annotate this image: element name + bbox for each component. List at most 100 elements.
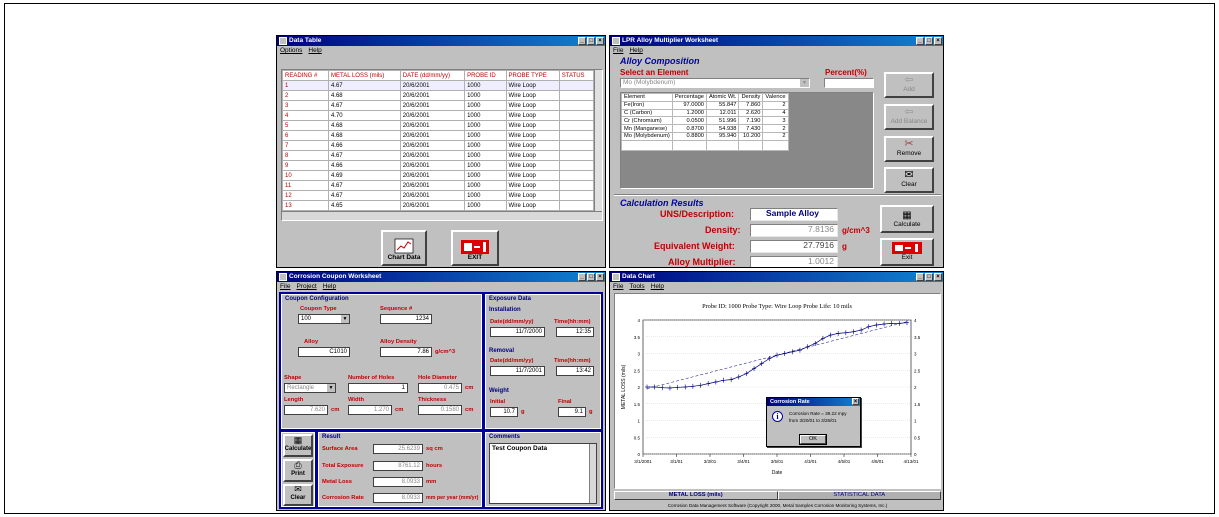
add-button[interactable]: ⇦ Add	[884, 72, 934, 98]
calculate-button[interactable]: ▦ Calculate	[880, 205, 934, 233]
uns-field[interactable]: Sample Alloy	[750, 208, 838, 221]
column-header[interactable]: STATUS	[558, 70, 595, 81]
table-row[interactable]: Mn (Manganese) 0.8700 54.938 7.430 2	[621, 124, 789, 133]
close-icon[interactable]: ×	[934, 37, 942, 45]
comments-scrollbar[interactable]	[589, 444, 596, 503]
width-field[interactable]: 1.270	[348, 405, 392, 415]
sequence-field[interactable]: 1234	[380, 314, 432, 324]
table-row[interactable]: Mo (Molybdenum) 0.8800 95.940 10.200 2	[621, 131, 789, 141]
table-row[interactable]: 11 4.67 20/6/2001 1000 Wire Loop	[282, 180, 595, 191]
result-group: Result Surface Area 25.6239 sq cm Total …	[318, 432, 482, 507]
column-header[interactable]: PROBE ID	[464, 70, 507, 81]
menu-file[interactable]: File	[613, 282, 623, 291]
close-icon[interactable]: ×	[596, 273, 604, 281]
maximize-icon[interactable]: □	[925, 37, 933, 45]
alloy-density-field[interactable]: 7.86	[380, 347, 432, 357]
menu-file[interactable]: File	[280, 282, 290, 291]
column-header[interactable]: PROBE TYPE	[505, 70, 560, 81]
table-row[interactable]: Cr (Chromium) 0.0500 51.996 7.190 3	[621, 116, 789, 126]
menu-options[interactable]: Options	[280, 46, 302, 55]
removal-time-field[interactable]: 13:42	[556, 366, 594, 376]
chart-titlebar[interactable]: Data Chart _ □ ×	[610, 272, 943, 282]
close-icon[interactable]: ×	[852, 398, 859, 405]
tab-statistical-data[interactable]: STATISTICAL DATA	[777, 491, 941, 500]
table-cell: Wire Loop	[505, 180, 560, 191]
lpr-titlebar[interactable]: LPR Alloy Multiplier Worksheet _ □ ×	[610, 36, 943, 46]
table-row[interactable]: Fe(Iron) 97.0000 55.847 7.860 2	[621, 100, 789, 110]
chart-data-button[interactable]: Chart Data	[381, 230, 427, 266]
remove-button[interactable]: ✂ Remove	[884, 136, 934, 162]
final-weight-field[interactable]: 9.1	[558, 407, 586, 417]
table-row[interactable]: 10 4.69 20/6/2001 1000 Wire Loop	[282, 170, 595, 181]
chevron-down-icon[interactable]: ▼	[800, 79, 809, 87]
add-balance-button[interactable]: ⇦ Add Balance	[884, 104, 934, 130]
table-row[interactable]: 7 4.66 20/6/2001 1000 Wire Loop	[282, 140, 595, 151]
dialog-titlebar[interactable]: Corrosion Rate ×	[767, 398, 860, 406]
menu-help[interactable]: Help	[323, 282, 336, 291]
table-row[interactable]: 4 4.70 20/6/2001 1000 Wire Loop	[282, 110, 595, 121]
table-row[interactable]: 5 4.68 20/6/2001 1000 Wire Loop	[282, 120, 595, 131]
length-field[interactable]: 7.620	[284, 405, 328, 415]
thickness-field[interactable]: 0.1580	[418, 405, 462, 415]
holes-field[interactable]: 1	[348, 383, 408, 393]
minimize-icon[interactable]: _	[916, 37, 924, 45]
coupon-type-select[interactable]: 100 ▼	[298, 314, 350, 324]
menu-tools[interactable]: Tools	[629, 282, 644, 291]
percent-input[interactable]	[824, 78, 874, 88]
menu-help[interactable]: Help	[308, 46, 321, 55]
chevron-down-icon[interactable]: ▼	[341, 315, 349, 323]
menu-file[interactable]: File	[613, 46, 623, 55]
table-row[interactable]: 3 4.67 20/6/2001 1000 Wire Loop	[282, 100, 595, 111]
table-row[interactable]: 8 4.67 20/6/2001 1000 Wire Loop	[282, 150, 595, 161]
removal-date-field[interactable]: 11/7/2001	[490, 366, 545, 376]
comments-textarea[interactable]: Test Coupon Data	[489, 443, 597, 504]
maximize-icon[interactable]: □	[587, 273, 595, 281]
column-header[interactable]: DATE (dd/mm/yy)	[399, 70, 466, 81]
clear-button[interactable]: ✉ Clear	[884, 167, 934, 193]
table-row[interactable]: 6 4.68 20/6/2001 1000 Wire Loop	[282, 130, 595, 141]
menu-help[interactable]: Help	[629, 46, 642, 55]
add-label: Add	[903, 86, 915, 93]
dialog-ok-button[interactable]: OK	[799, 434, 827, 445]
table-cell: 7	[282, 140, 329, 151]
column-header[interactable]: READING #	[282, 70, 329, 81]
table-row[interactable]: C (Carbon) 1.2000 12.011 2.620 4	[621, 108, 789, 118]
minimize-icon[interactable]: _	[916, 273, 924, 281]
column-header[interactable]: METAL LOSS (mils)	[327, 70, 401, 81]
minimize-icon[interactable]: _	[578, 37, 586, 45]
close-icon[interactable]: ×	[596, 37, 604, 45]
menu-project[interactable]: Project	[296, 282, 316, 291]
element-select[interactable]: Mo (Molybdenum) ▼	[620, 78, 810, 88]
vertical-scrollbar[interactable]	[594, 70, 602, 213]
maximize-icon[interactable]: □	[587, 37, 595, 45]
printer-icon: ⎙	[294, 460, 302, 470]
install-date-field[interactable]: 11/7/2000	[490, 327, 545, 337]
minimize-icon[interactable]: _	[578, 273, 586, 281]
alloy-field[interactable]: C1010	[298, 347, 350, 357]
shape-select[interactable]: Rectangle ▼	[284, 383, 336, 393]
table-row[interactable]: 12 4.67 20/6/2001 1000 Wire Loop	[282, 190, 595, 201]
clear-button[interactable]: ✉ Clear	[283, 484, 313, 506]
coupon-titlebar[interactable]: Corrosion Coupon Worksheet _ □ ×	[277, 272, 605, 282]
data-table-titlebar[interactable]: Data Table _ □ ×	[277, 36, 605, 46]
print-button[interactable]: ⎙ Print	[283, 459, 313, 482]
tab-metal-loss[interactable]: METAL LOSS (mils)	[614, 491, 778, 500]
chevron-down-icon[interactable]: ▼	[327, 384, 335, 392]
table-row[interactable]: 2 4.68 20/6/2001 1000 Wire Loop	[282, 90, 595, 101]
column-header: Percentage	[671, 93, 707, 102]
exit-button[interactable]: Exit	[880, 238, 934, 266]
initial-weight-field[interactable]: 10.7	[490, 407, 518, 417]
table-row[interactable]: 1 4.67 20/6/2001 1000 Wire Loop	[282, 80, 595, 91]
column-header: Density	[738, 93, 764, 102]
install-time-field[interactable]: 12:35	[556, 327, 594, 337]
close-icon[interactable]: ×	[934, 273, 942, 281]
horizontal-scrollbar[interactable]	[282, 211, 602, 220]
maximize-icon[interactable]: □	[925, 273, 933, 281]
table-row[interactable]: 13 4.65 20/6/2001 1000 Wire Loop	[282, 200, 595, 211]
table-row[interactable]: 9 4.66 20/6/2001 1000 Wire Loop	[282, 160, 595, 171]
y-tick-label: 3	[914, 352, 917, 357]
hole-diameter-field[interactable]: 0.475	[418, 383, 462, 393]
menu-help[interactable]: Help	[651, 282, 664, 291]
calculate-button[interactable]: ▦ Calculate	[283, 434, 313, 457]
exit-button[interactable]: EXIT	[451, 230, 499, 266]
